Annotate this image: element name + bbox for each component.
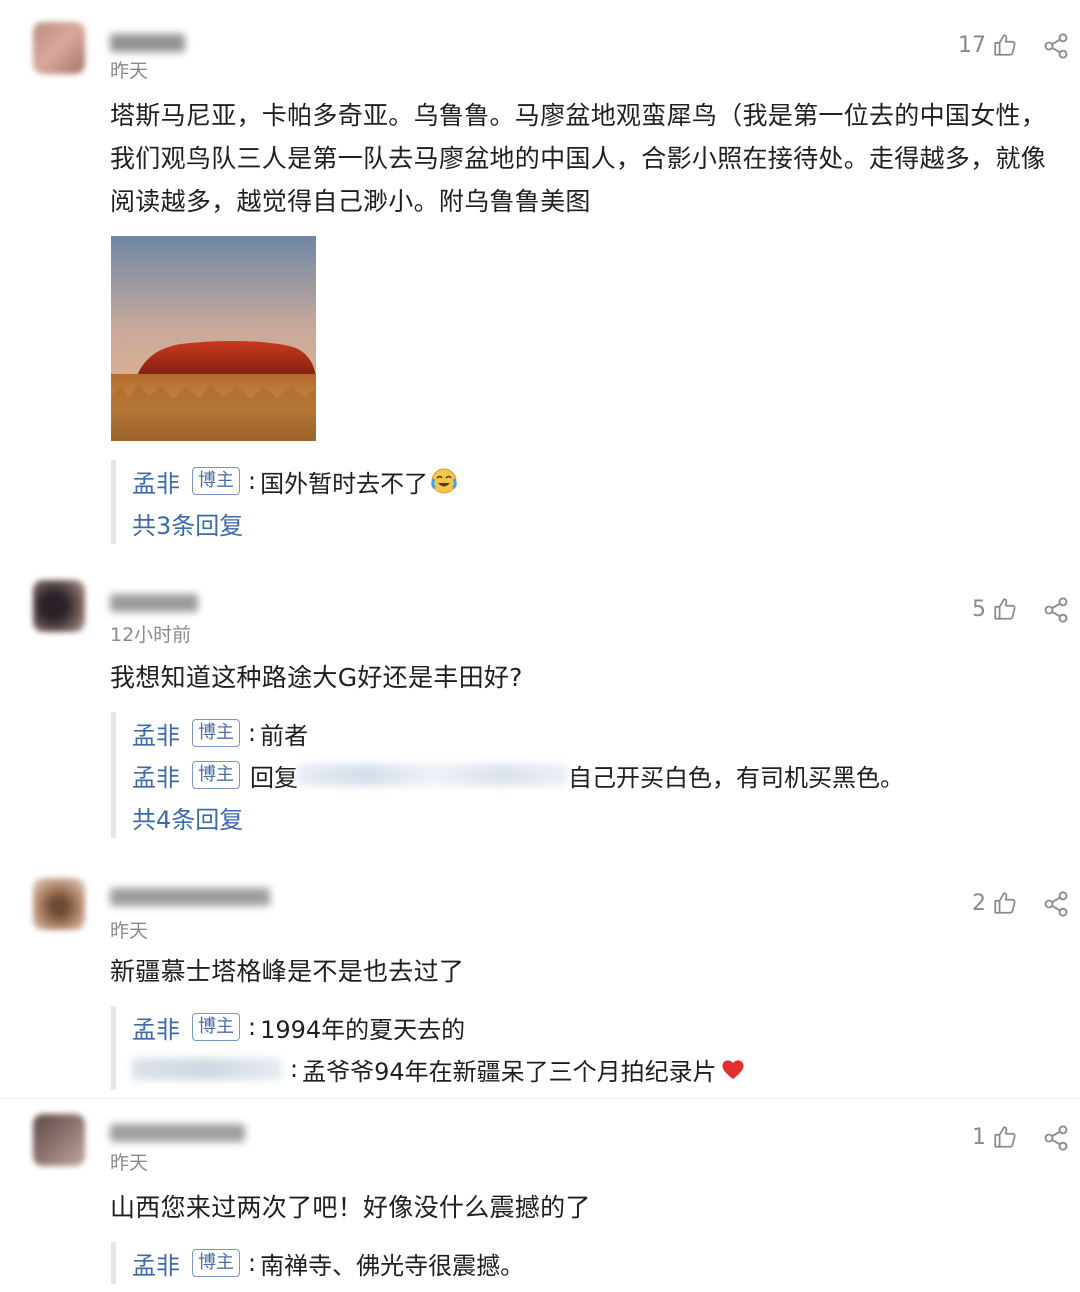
reply-box: 孟非 博主 : 1994年的夏天去的 : 孟爷爷94年在新疆呆了三个月拍纪录片 [111,1006,747,1090]
reply-text: 自己开买白色，有司机买黑色。 [568,763,904,792]
reply-text: 南禅寺、佛光寺很震撼。 [260,1251,525,1280]
avatar[interactable] [33,878,85,930]
share-icon[interactable] [1042,1124,1070,1152]
author-badge: 博主 [192,719,240,747]
reply-item: 孟非 博主 : 前者 [132,712,904,754]
comment-text: 新疆慕士塔格峰是不是也去过了 [110,957,465,986]
reply-prefix: 回复 [250,763,298,792]
comment-item: 昨天 17 塔斯马尼亚，卡帕多奇亚。乌鲁鲁。马廖盆地观蛮犀鸟（我是第一位去的中国… [0,0,1080,560]
like-count: 5 [972,596,986,622]
author-badge: 博主 [192,761,240,789]
like-button[interactable]: 1 [972,1124,1018,1150]
avatar[interactable] [33,1114,85,1166]
redacted-username [132,1058,282,1080]
colon: : [248,1249,257,1277]
username-redacted[interactable] [110,594,198,612]
reply-text: 国外暂时去不了 [260,469,429,498]
comment-time: 昨天 [110,60,149,82]
comment-text: 我想知道这种路途大G好还是丰田好? [110,663,523,692]
share-icon[interactable] [1042,890,1070,918]
username-redacted[interactable] [110,34,185,52]
reply-item: 孟非 博主 : 1994年的夏天去的 [132,1006,747,1048]
thumbs-up-icon [994,598,1016,620]
uluru-photo[interactable] [111,236,316,441]
reply-text: 孟爷爷94年在新疆呆了三个月拍纪录片 [302,1057,717,1086]
colon: : [248,719,257,747]
share-icon[interactable] [1042,596,1070,624]
share-icon[interactable] [1042,32,1070,60]
like-count: 1 [972,1124,986,1150]
author-badge: 博主 [192,467,240,495]
comment-text: 塔斯马尼亚，卡帕多奇亚。乌鲁鲁。马廖盆地观蛮犀鸟（我是第一位去的中国女性，我们观… [110,101,1047,216]
reply-text: 前者 [260,721,309,750]
reply-box: 孟非 博主 : 南禅寺、佛光寺很震撼。 [111,1242,524,1284]
reply-text: 1994年的夏天去的 [260,1015,466,1044]
reply-author[interactable]: 孟非 [132,464,180,499]
comment-item: 昨天 2 新疆慕士塔格峰是不是也去过了 孟非 博主 : 1994年的夏天去的 :… [0,866,1080,1090]
comment-text: 山西您来过两次了吧！好像没什么震撼的了 [110,1193,591,1222]
avatar[interactable] [33,22,85,74]
reply-item: : 孟爷爷94年在新疆呆了三个月拍纪录片 [132,1048,747,1090]
like-count: 2 [972,890,986,916]
comment-time: 12小时前 [110,624,192,646]
reply-author[interactable]: 孟非 [132,758,180,793]
redacted-username [298,764,568,786]
divider [0,1098,1080,1099]
crying-laughing-emoji-icon [431,468,457,494]
colon: : [290,1055,299,1083]
heart-emoji-icon [722,1060,744,1079]
author-badge: 博主 [192,1013,240,1041]
author-badge: 博主 [192,1249,240,1277]
reply-author[interactable]: 孟非 [132,1010,180,1045]
colon: : [248,467,257,495]
reply-author[interactable]: 孟非 [132,1246,180,1281]
comment-item: 12小时前 5 我想知道这种路途大G好还是丰田好? 孟非 博主 : 前者 孟非 … [0,570,1080,850]
thumbs-up-icon [994,1126,1016,1148]
username-redacted[interactable] [110,1124,245,1142]
reply-box: 孟非 博主 : 国外暂时去不了 共3条回复 [111,460,458,544]
thumbs-up-icon [994,34,1016,56]
reply-item: 孟非 博主 : 南禅寺、佛光寺很震撼。 [132,1242,524,1284]
comment-time: 昨天 [110,920,149,942]
like-button[interactable]: 5 [972,596,1018,622]
avatar[interactable] [33,580,85,632]
like-button[interactable]: 17 [958,32,1018,58]
colon: : [248,1013,257,1041]
comment-time: 昨天 [110,1152,149,1174]
comment-item: 昨天 1 山西您来过两次了吧！好像没什么震撼的了 孟非 博主 : 南禅寺、佛光寺… [0,1100,1080,1292]
like-button[interactable]: 2 [972,890,1018,916]
reply-item: 孟非 博主 : 国外暂时去不了 [132,460,458,502]
thumbs-up-icon [994,892,1016,914]
view-more-replies-link[interactable]: 共3条回复 [132,502,458,544]
username-redacted[interactable] [110,888,270,906]
uluru-image-icon [111,236,316,441]
reply-item: 孟非 博主 回复 自己开买白色，有司机买黑色。 [132,754,904,796]
reply-box: 孟非 博主 : 前者 孟非 博主 回复 自己开买白色，有司机买黑色。 共4条回复 [111,712,904,838]
reply-author[interactable]: 孟非 [132,716,180,751]
like-count: 17 [958,32,986,58]
view-more-replies-link[interactable]: 共4条回复 [132,796,904,838]
